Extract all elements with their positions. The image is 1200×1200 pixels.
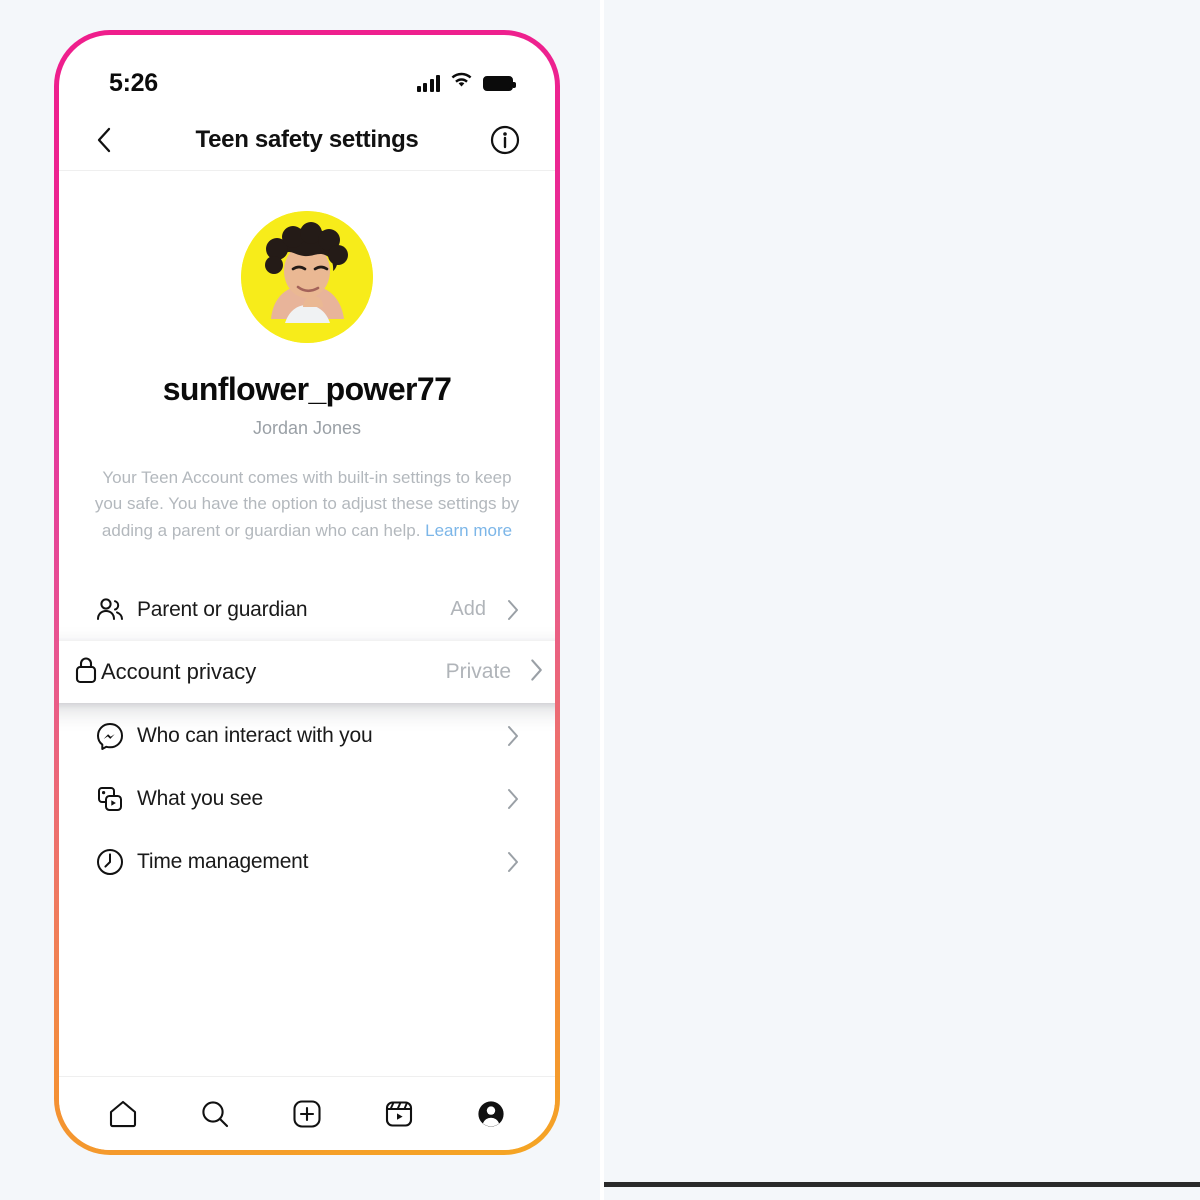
user-avatar [241, 211, 373, 343]
clock-icon [95, 847, 137, 877]
settings-row-who-can-interact[interactable]: Who can interact with you [59, 704, 555, 768]
tab-reels[interactable] [371, 1086, 427, 1142]
left-phone-screen: 5:26 Teen safety settings sunflower_powe… [59, 35, 555, 1150]
left-phone-frame: 5:26 Teen safety settings sunflower_powe… [54, 30, 560, 1155]
status-icons [416, 72, 516, 94]
settings-row-label: Parent or guardian [137, 597, 308, 621]
settings-row-parent-or-guardian[interactable]: Parent or guardian Add [59, 578, 555, 642]
page-title: Teen safety settings [195, 125, 419, 153]
chevron-right-icon [527, 657, 545, 688]
chevron-right-icon [504, 598, 521, 622]
tab-home[interactable] [95, 1086, 151, 1142]
status-bar: 5:26 [59, 35, 555, 109]
wifi-icon [450, 72, 473, 94]
settings-row-value: Add [450, 598, 486, 621]
settings-rows: Parent or guardian Add Account privacy P… [59, 578, 555, 894]
settings-body: sunflower_power77 Jordan Jones Your Teen… [59, 171, 555, 1076]
tab-profile[interactable] [463, 1086, 519, 1142]
chevron-right-icon [504, 850, 521, 874]
messenger-icon [95, 721, 137, 751]
chevron-right-icon [504, 787, 521, 811]
tab-create[interactable] [279, 1086, 335, 1142]
settings-row-what-you-see[interactable]: What you see [59, 767, 555, 831]
settings-row-time-management[interactable]: Time management [59, 830, 555, 894]
settings-row-label: Account privacy [101, 659, 257, 685]
back-button[interactable] [93, 126, 117, 154]
profile-username: sunflower_power77 [162, 371, 452, 407]
profile-blurb: Your Teen Account comes with built-in se… [92, 465, 522, 544]
avatar[interactable] [241, 211, 373, 343]
tab-bar [59, 1076, 555, 1150]
right-panel: 5:26 Sports [604, 0, 1200, 1200]
cellular-bars-icon [416, 74, 440, 92]
learn-more-link[interactable]: Learn more [425, 521, 512, 540]
tab-search[interactable] [187, 1086, 243, 1142]
lock-icon [71, 654, 101, 691]
nav-bar: Teen safety settings [59, 109, 555, 171]
screenshot-stage: 5:26 Teen safety settings sunflower_powe… [0, 0, 1200, 1200]
media-stack-icon [95, 784, 137, 814]
info-circle-icon[interactable] [489, 124, 521, 156]
profile-fullname: Jordan Jones [252, 418, 362, 438]
bottom-bar [604, 1182, 1200, 1187]
settings-row-account-privacy[interactable]: Account privacy Private [59, 641, 555, 704]
battery-full-icon [483, 75, 516, 91]
chevron-right-icon [504, 724, 521, 748]
settings-row-label: What you see [137, 786, 263, 810]
settings-row-label: Who can interact with you [137, 723, 373, 747]
settings-row-value: Private [445, 660, 511, 684]
left-panel: 5:26 Teen safety settings sunflower_powe… [0, 0, 600, 1200]
people-icon [95, 595, 137, 625]
status-time: 5:26 [109, 68, 158, 97]
settings-row-label: Time management [137, 849, 309, 873]
profile-block: sunflower_power77 Jordan Jones Your Teen… [59, 171, 555, 552]
